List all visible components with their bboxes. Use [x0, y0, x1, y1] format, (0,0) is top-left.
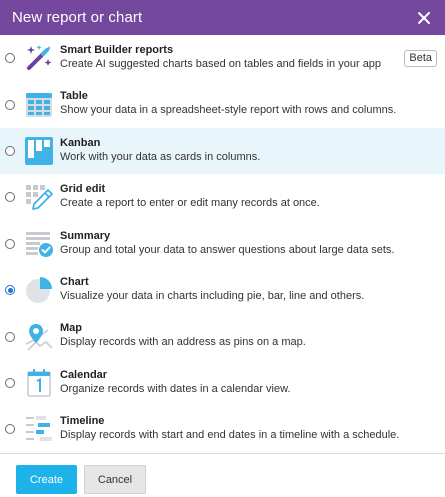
magic-wand-icon — [24, 43, 54, 73]
option-title: Smart Builder reports — [60, 44, 174, 56]
option-table[interactable]: Table Show your data in a spreadsheet-st… — [0, 81, 445, 127]
dialog-title: New report or chart — [12, 9, 143, 26]
calendar-icon — [24, 368, 54, 398]
option-title: Map — [60, 322, 82, 335]
option-title: Grid edit — [60, 183, 106, 196]
grid-edit-icon — [24, 182, 54, 212]
option-summary[interactable]: Summary Group and total your data to ans… — [0, 221, 445, 267]
option-title: Chart — [60, 275, 89, 288]
map-pin-icon — [24, 322, 54, 352]
radio-calendar[interactable] — [5, 377, 15, 388]
option-description: Visualize your data in charts including … — [60, 289, 365, 302]
report-type-list: Smart Builder reports Create AI suggeste… — [0, 35, 445, 453]
option-description: Organize records with dates in a calenda… — [60, 382, 291, 395]
beta-badge: Beta — [404, 50, 437, 67]
radio-smart-builder[interactable] — [5, 53, 15, 64]
option-description: Display records with an address as pins … — [60, 336, 306, 349]
kanban-icon — [24, 136, 54, 166]
option-description: Create AI suggested charts based on tabl… — [60, 58, 382, 70]
cancel-button[interactable]: Cancel — [84, 465, 146, 494]
table-icon — [24, 90, 54, 120]
option-grid-edit[interactable]: Grid edit Create a report to enter or ed… — [0, 174, 445, 220]
pie-chart-icon — [24, 275, 54, 305]
dialog-header: New report or chart — [0, 0, 445, 35]
radio-map[interactable] — [5, 331, 15, 342]
option-calendar[interactable]: Calendar Organize records with dates in … — [0, 360, 445, 406]
option-title: Kanban — [60, 136, 101, 149]
summary-icon — [24, 229, 54, 259]
option-description: Create a report to enter or edit many re… — [60, 197, 320, 210]
radio-summary[interactable] — [5, 238, 15, 249]
option-title: Timeline — [60, 415, 105, 428]
radio-kanban[interactable] — [5, 145, 15, 156]
close-icon[interactable] — [417, 11, 431, 25]
dialog-footer: Create Cancel — [0, 453, 445, 497]
option-title: Summary — [60, 229, 111, 242]
option-timeline[interactable]: Timeline Display records with start and … — [0, 406, 445, 452]
option-description: Show your data in a spreadsheet-style re… — [60, 104, 397, 117]
radio-grid-edit[interactable] — [5, 192, 15, 203]
option-map[interactable]: Map Display records with an address as p… — [0, 313, 445, 359]
option-description: Work with your data as cards in columns. — [60, 150, 261, 163]
timeline-icon — [24, 414, 54, 444]
create-button[interactable]: Create — [16, 465, 77, 494]
radio-timeline[interactable] — [5, 424, 15, 435]
option-kanban[interactable]: Kanban Work with your data as cards in c… — [0, 127, 445, 175]
option-description: Group and total your data to answer ques… — [60, 243, 395, 256]
radio-chart[interactable] — [5, 285, 15, 296]
radio-table[interactable] — [5, 99, 15, 110]
option-smart-builder[interactable]: Smart Builder reports Create AI suggeste… — [0, 35, 445, 81]
option-title: Table — [60, 90, 88, 103]
option-title: Calendar — [60, 368, 108, 381]
option-chart[interactable]: Chart Visualize your data in charts incl… — [0, 267, 445, 313]
option-description: Display records with start and end dates… — [60, 429, 400, 442]
